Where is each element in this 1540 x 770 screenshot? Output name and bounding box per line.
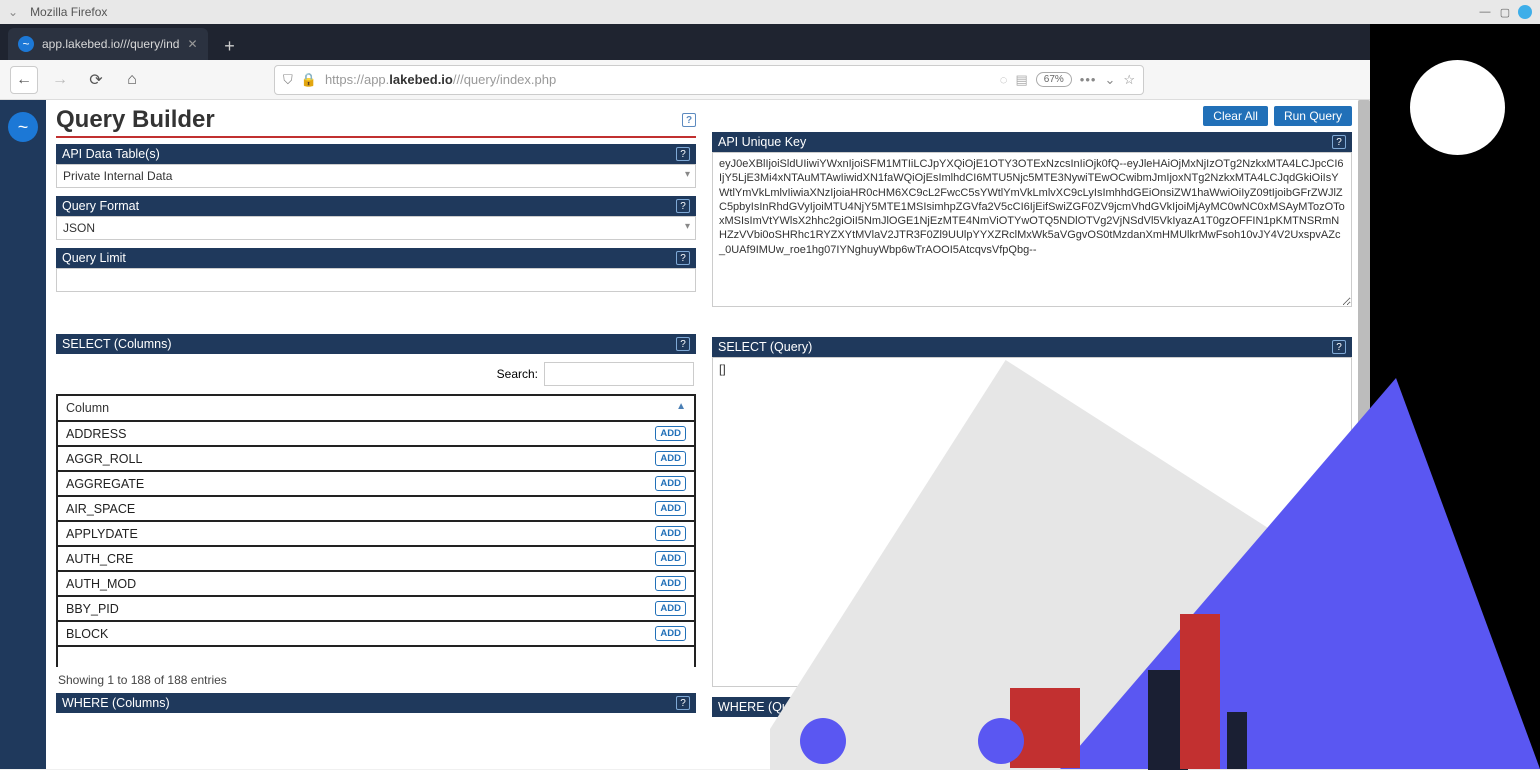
table-row: AGGR_ROLL ADD xyxy=(58,447,694,472)
app-left-rail: ~ xyxy=(0,100,46,769)
tab-title: app.lakebed.io///query/ind xyxy=(42,37,179,51)
decor-black-panel xyxy=(1370,24,1540,769)
add-column-button[interactable]: ADD xyxy=(655,551,686,566)
sort-icon: ▲ xyxy=(676,401,686,415)
table-row: AUTH_CRE ADD xyxy=(58,547,694,572)
column-name: AGGR_ROLL xyxy=(66,452,142,466)
tab-close-icon[interactable]: ✕ xyxy=(187,37,197,51)
panel-where-query: WHERE (Quer xyxy=(712,697,1352,717)
column-name: ADDRESS xyxy=(66,427,126,441)
shield-icon: ⛉ xyxy=(283,72,293,88)
reader-icon[interactable]: ▤ xyxy=(1015,72,1027,88)
add-column-button[interactable]: ADD xyxy=(655,426,686,441)
url-text: https://app.lakebed.io///query/index.php xyxy=(325,72,992,87)
url-input[interactable]: ⛉ 🔒 https://app.lakebed.io///query/index… xyxy=(274,65,1144,95)
query-format-select[interactable] xyxy=(56,216,696,240)
run-query-button[interactable]: Run Query xyxy=(1274,106,1352,126)
table-row: BBY_PID ADD xyxy=(58,597,694,622)
tab-favicon-icon: ~ xyxy=(18,36,34,52)
column-name: AIR_SPACE xyxy=(66,502,135,516)
table-row: AGGREGATE ADD xyxy=(58,472,694,497)
help-icon[interactable]: ? xyxy=(676,337,690,351)
maximize-window-icon[interactable]: ▢ xyxy=(1498,5,1512,19)
menu-icon[interactable]: ☰ xyxy=(1512,71,1530,89)
columns-footer: Showing 1 to 188 of 188 entries xyxy=(56,667,696,693)
help-icon[interactable]: ? xyxy=(676,199,690,213)
page-viewport: ~ Query Builder ? API Data Table(s) ? ▾ … xyxy=(0,100,1370,769)
data-table-select[interactable] xyxy=(56,164,696,188)
help-icon[interactable]: ? xyxy=(1332,135,1346,149)
add-column-button[interactable]: ADD xyxy=(655,626,686,641)
add-column-button[interactable]: ADD xyxy=(655,451,686,466)
app-logo-icon[interactable]: ~ xyxy=(8,112,38,142)
table-row: APPLYDATE ADD xyxy=(58,522,694,547)
sidebar-icon[interactable]: ▥ xyxy=(1456,71,1474,89)
columns-list[interactable]: ADDRESSADDAGGR_ROLLADDAGGREGATEADDAIR_SP… xyxy=(58,422,694,667)
chevron-down-icon: ⌄ xyxy=(8,5,18,19)
add-column-button[interactable]: ADD xyxy=(655,476,686,491)
minimize-window-icon[interactable]: — xyxy=(1478,5,1492,19)
panel-select-columns: SELECT (Columns) ? xyxy=(56,334,696,354)
browser-addressbar: ← → ⟳ ⌂ ⛉ 🔒 https://app.lakebed.io///que… xyxy=(0,60,1540,100)
column-name: AUTH_CRE xyxy=(66,552,133,566)
reload-button[interactable]: ⟳ xyxy=(82,66,110,94)
star-icon[interactable]: ☆ xyxy=(1123,72,1135,88)
panel-select-query: SELECT (Query) ? xyxy=(712,337,1352,357)
columns-table-header[interactable]: Column ▲ xyxy=(58,396,694,422)
api-key-textarea[interactable]: eyJ0eXBlIjoiSldUIiwiYWxnIjoiSFM1MTIiLCJp… xyxy=(712,152,1352,307)
page-scrollbar[interactable] xyxy=(1358,100,1370,760)
browser-tabbar: ~ app.lakebed.io///query/ind ✕ + xyxy=(0,24,1540,60)
forward-button[interactable]: → xyxy=(46,66,74,94)
search-label: Search: xyxy=(497,367,538,381)
back-button[interactable]: ← xyxy=(10,66,38,94)
query-limit-input[interactable] xyxy=(56,268,696,292)
new-tab-button[interactable]: + xyxy=(214,32,246,60)
zoom-badge[interactable]: 67% xyxy=(1036,72,1072,87)
column-name: AGGREGATE xyxy=(66,477,144,491)
help-icon[interactable]: ? xyxy=(682,113,696,127)
add-column-button[interactable]: ADD xyxy=(655,501,686,516)
panel-where-columns: WHERE (Columns) ? xyxy=(56,693,696,713)
help-icon[interactable]: ? xyxy=(1332,340,1346,354)
search-input[interactable] xyxy=(544,362,694,386)
column-search-row: Search: xyxy=(56,354,696,394)
home-button[interactable]: ⌂ xyxy=(118,66,146,94)
panel-query-limit: Query Limit ? xyxy=(56,248,696,268)
lock-icon: 🔒 xyxy=(301,72,317,88)
help-icon[interactable]: ? xyxy=(676,251,690,265)
add-column-button[interactable]: ADD xyxy=(655,601,686,616)
add-column-button[interactable]: ADD xyxy=(655,526,686,541)
clear-all-button[interactable]: Clear All xyxy=(1203,106,1268,126)
add-column-button[interactable]: ADD xyxy=(655,576,686,591)
panel-api-unique-key: API Unique Key ? xyxy=(712,132,1352,152)
column-name: BBY_PID xyxy=(66,602,119,616)
more-icon[interactable]: ••• xyxy=(1080,72,1097,87)
table-row: AIR_SPACE ADD xyxy=(58,497,694,522)
panel-api-data-tables: API Data Table(s) ? xyxy=(56,144,696,164)
profile-icon[interactable]: ◉ xyxy=(1484,71,1502,89)
columns-table: Column ▲ ADDRESSADDAGGR_ROLLADDAGGREGATE… xyxy=(56,394,696,667)
column-name: AUTH_MOD xyxy=(66,577,136,591)
table-row: ADDRESS ADD xyxy=(58,422,694,447)
help-icon[interactable]: ? xyxy=(676,147,690,161)
column-name: APPLYDATE xyxy=(66,527,138,541)
pocket-icon[interactable]: ⌄ xyxy=(1104,72,1115,88)
window-title: Mozilla Firefox xyxy=(30,5,107,19)
lightbulb-icon[interactable]: ◌ xyxy=(1000,72,1008,87)
table-row: BLOCK ADD xyxy=(58,622,694,647)
panel-query-format: Query Format ? xyxy=(56,196,696,216)
scrollbar-thumb[interactable] xyxy=(1358,100,1370,530)
help-icon[interactable]: ? xyxy=(676,696,690,710)
library-icon[interactable]: |||\ xyxy=(1428,71,1446,89)
select-query-output: [] xyxy=(712,357,1352,687)
page-title: Query Builder ? xyxy=(56,106,696,138)
close-window-icon[interactable] xyxy=(1518,5,1532,19)
browser-tab[interactable]: ~ app.lakebed.io///query/ind ✕ xyxy=(8,28,208,60)
os-titlebar: ⌄ Mozilla Firefox — ▢ xyxy=(0,0,1540,24)
column-name: BLOCK xyxy=(66,627,108,641)
table-row: AUTH_MOD ADD xyxy=(58,572,694,597)
